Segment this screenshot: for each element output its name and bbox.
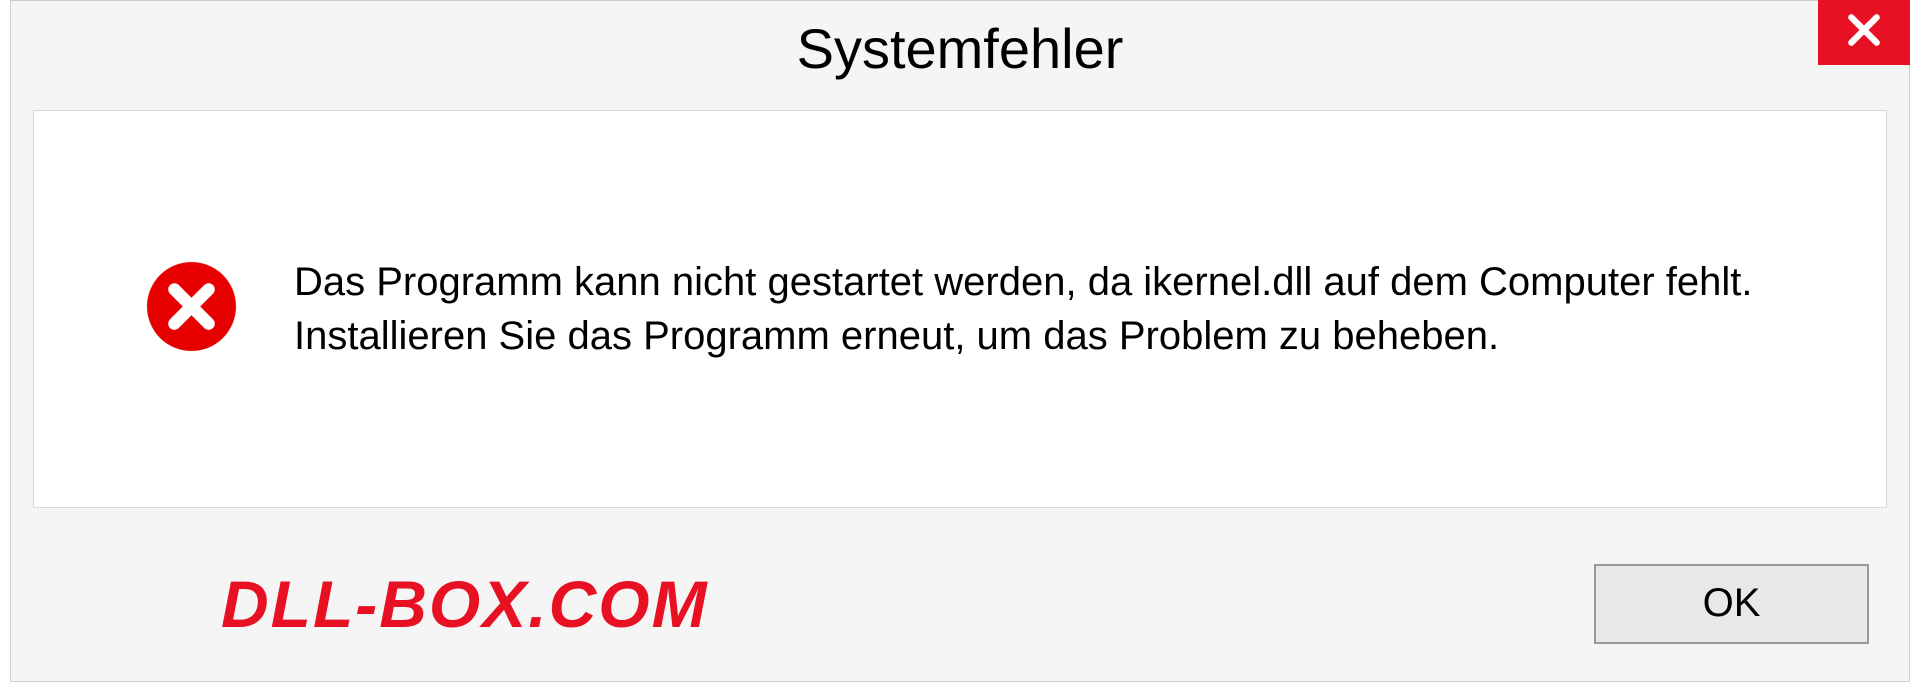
watermark-text: DLL-BOX.COM [221, 566, 709, 642]
dialog-title: Systemfehler [797, 16, 1124, 81]
ok-button-label: OK [1703, 581, 1761, 626]
close-button[interactable] [1818, 0, 1910, 65]
close-icon [1845, 11, 1883, 54]
content-panel: Das Programm kann nicht gestartet werden… [33, 110, 1887, 508]
error-message: Das Programm kann nicht gestartet werden… [294, 255, 1816, 363]
dialog-footer: DLL-BOX.COM OK [11, 551, 1909, 656]
error-dialog: Systemfehler Das Programm kann nicht ges… [10, 0, 1910, 682]
ok-button[interactable]: OK [1594, 564, 1869, 644]
error-icon [144, 259, 239, 359]
titlebar: Systemfehler [11, 1, 1909, 96]
